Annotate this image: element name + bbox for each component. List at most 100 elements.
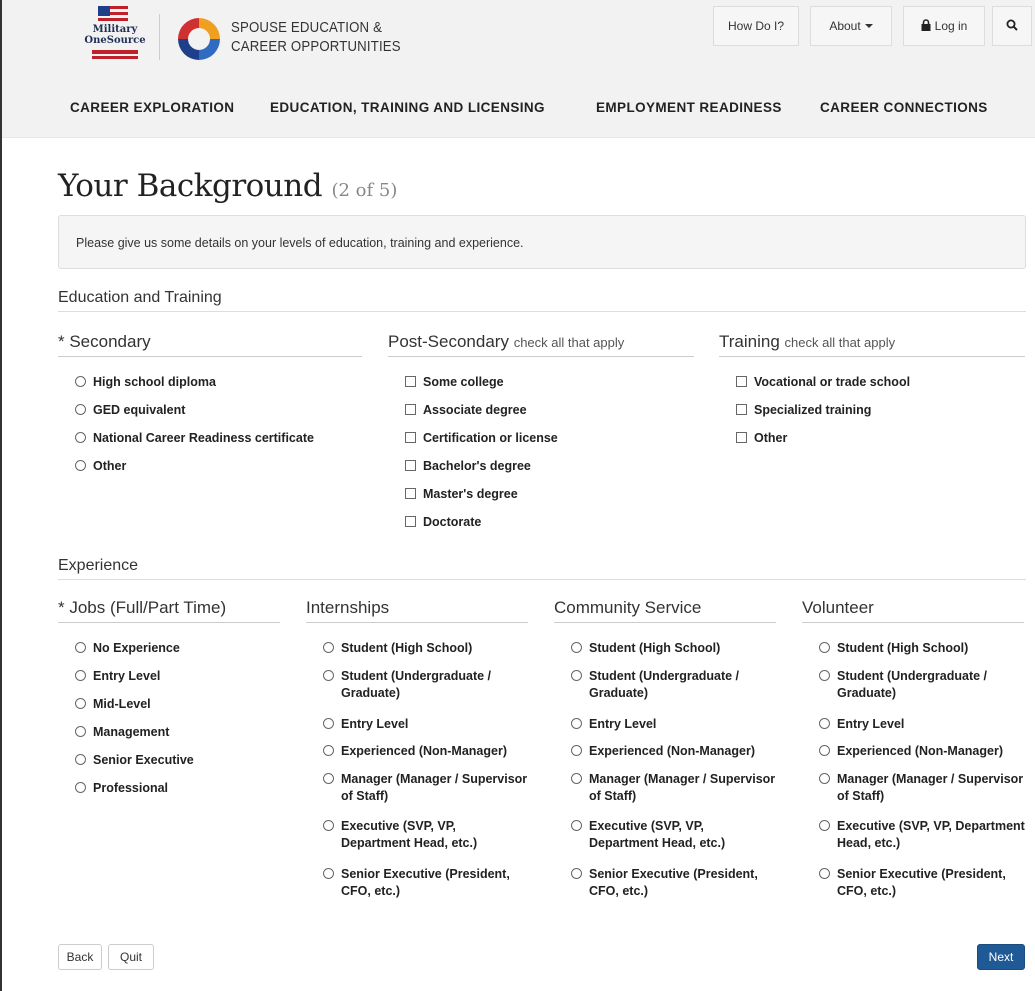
checkbox[interactable] [405, 516, 416, 527]
post-secondary-option[interactable]: Doctorate [405, 514, 685, 531]
nav-education-training-licensing[interactable]: EDUCATION, TRAINING AND LICENSING [270, 100, 545, 115]
radio-button[interactable] [819, 670, 830, 681]
radio-button[interactable] [323, 820, 334, 831]
seco-swirl-icon[interactable] [174, 14, 224, 64]
volunteer-option[interactable]: Senior Executive (President, CFO, etc.) [819, 866, 1025, 900]
radio-button[interactable] [571, 868, 582, 879]
volunteer-option[interactable]: Student (High School) [819, 640, 1025, 657]
checkbox[interactable] [736, 404, 747, 415]
radio-button[interactable] [323, 868, 334, 879]
how-do-i-button[interactable]: How Do I? [713, 6, 799, 46]
logo-divider [159, 14, 160, 60]
jobs-option[interactable]: No Experience [75, 640, 280, 657]
top-bar: Military OneSource SPOUSE EDUCATION & CA… [2, 0, 1035, 78]
secondary-option[interactable]: High school diploma [75, 374, 365, 391]
internships-option[interactable]: Manager (Manager / Supervisor of Staff) [323, 771, 528, 805]
radio-button[interactable] [819, 718, 830, 729]
checkbox[interactable] [736, 376, 747, 387]
jobs-option[interactable]: Entry Level [75, 668, 280, 685]
radio-button[interactable] [819, 773, 830, 784]
community-service-option[interactable]: Student (Undergraduate / Graduate) [571, 668, 776, 702]
nav-employment-readiness[interactable]: EMPLOYMENT READINESS [596, 100, 782, 115]
jobs-option[interactable]: Management [75, 724, 280, 741]
radio-button[interactable] [819, 868, 830, 879]
internships-option[interactable]: Student (Undergraduate / Graduate) [323, 668, 528, 702]
radio-button[interactable] [75, 404, 86, 415]
radio-button[interactable] [323, 773, 334, 784]
radio-button[interactable] [571, 820, 582, 831]
jobs-option[interactable]: Senior Executive [75, 752, 280, 769]
radio-button[interactable] [75, 670, 86, 681]
radio-button[interactable] [75, 432, 86, 443]
secondary-option[interactable]: National Career Readiness certificate [75, 430, 365, 447]
volunteer-option[interactable]: Student (Undergraduate / Graduate) [819, 668, 1025, 702]
community-service-option[interactable]: Executive (SVP, VP, Department Head, etc… [571, 818, 776, 852]
jobs-option[interactable]: Professional [75, 780, 280, 797]
about-menu-button[interactable]: About [810, 6, 892, 46]
training-option[interactable]: Specialized training [736, 402, 1021, 419]
education-section-heading: Education and Training [58, 289, 1026, 312]
radio-button[interactable] [571, 745, 582, 756]
post-secondary-option[interactable]: Bachelor's degree [405, 458, 685, 475]
volunteer-option[interactable]: Experienced (Non-Manager) [819, 743, 1025, 760]
radio-button[interactable] [819, 820, 830, 831]
checkbox[interactable] [736, 432, 747, 443]
radio-button[interactable] [571, 670, 582, 681]
nav-career-connections[interactable]: CAREER CONNECTIONS [820, 100, 988, 115]
internships-option[interactable]: Senior Executive (President, CFO, etc.) [323, 866, 528, 900]
radio-button[interactable] [571, 773, 582, 784]
post-secondary-option[interactable]: Certification or license [405, 430, 685, 447]
secondary-option[interactable]: Other [75, 458, 365, 475]
volunteer-option[interactable]: Entry Level [819, 716, 1025, 733]
seco-logo-text: SPOUSE EDUCATION & CAREER OPPORTUNITIES [231, 19, 401, 55]
radio-button[interactable] [571, 642, 582, 653]
community-service-option[interactable]: Senior Executive (President, CFO, etc.) [571, 866, 776, 900]
military-onesource-logo[interactable]: Military OneSource [80, 6, 150, 70]
radio-button[interactable] [75, 782, 86, 793]
community-service-option[interactable]: Entry Level [571, 716, 776, 733]
post-secondary-option[interactable]: Associate degree [405, 402, 685, 419]
caret-down-icon [864, 24, 873, 28]
login-button[interactable]: Log in [903, 6, 985, 46]
radio-button[interactable] [75, 754, 86, 765]
radio-button[interactable] [323, 745, 334, 756]
quit-button[interactable]: Quit [108, 944, 154, 970]
nav-career-exploration[interactable]: CAREER EXPLORATION [70, 100, 234, 115]
training-option[interactable]: Vocational or trade school [736, 374, 1021, 391]
secondary-option[interactable]: GED equivalent [75, 402, 365, 419]
page-title: Your Background (2 of 5) [58, 168, 398, 204]
checkbox[interactable] [405, 376, 416, 387]
next-button[interactable]: Next [977, 944, 1025, 970]
volunteer-option[interactable]: Executive (SVP, VP, Department Head, etc… [819, 818, 1025, 852]
jobs-option[interactable]: Mid-Level [75, 696, 280, 713]
radio-button[interactable] [75, 460, 86, 471]
radio-button[interactable] [323, 642, 334, 653]
internships-heading: Internships [306, 598, 528, 623]
radio-button[interactable] [323, 670, 334, 681]
radio-button[interactable] [75, 698, 86, 709]
internships-option[interactable]: Experienced (Non-Manager) [323, 743, 528, 760]
search-button[interactable] [992, 6, 1032, 46]
radio-button[interactable] [323, 718, 334, 729]
radio-button[interactable] [819, 642, 830, 653]
internships-option[interactable]: Entry Level [323, 716, 528, 733]
volunteer-option[interactable]: Manager (Manager / Supervisor of Staff) [819, 771, 1025, 805]
checkbox[interactable] [405, 432, 416, 443]
internships-option[interactable]: Executive (SVP, VP, Department Head, etc… [323, 818, 528, 852]
back-button[interactable]: Back [58, 944, 102, 970]
community-service-option[interactable]: Student (High School) [571, 640, 776, 657]
checkbox[interactable] [405, 460, 416, 471]
training-option[interactable]: Other [736, 430, 1021, 447]
radio-button[interactable] [75, 376, 86, 387]
radio-button[interactable] [571, 718, 582, 729]
radio-button[interactable] [75, 726, 86, 737]
internships-option[interactable]: Student (High School) [323, 640, 528, 657]
community-service-option[interactable]: Experienced (Non-Manager) [571, 743, 776, 760]
radio-button[interactable] [819, 745, 830, 756]
post-secondary-option[interactable]: Master's degree [405, 486, 685, 503]
radio-button[interactable] [75, 642, 86, 653]
checkbox[interactable] [405, 404, 416, 415]
community-service-option[interactable]: Manager (Manager / Supervisor of Staff) [571, 771, 776, 805]
post-secondary-option[interactable]: Some college [405, 374, 685, 391]
checkbox[interactable] [405, 488, 416, 499]
